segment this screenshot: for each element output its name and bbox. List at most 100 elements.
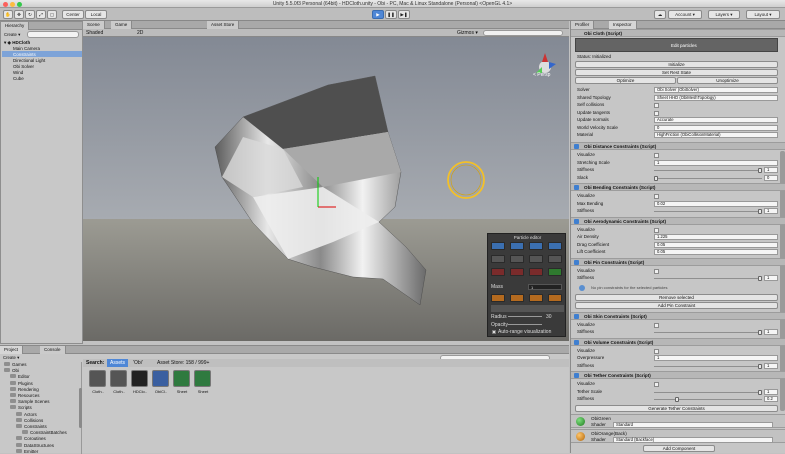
autorange-checkbox[interactable] [492,330,496,334]
folder-tree-scrollbar[interactable] [79,388,82,428]
folder-item[interactable]: Emitter [16,448,38,454]
scene-orientation-gizmo[interactable] [536,53,556,73]
select-fixed-button[interactable] [548,242,562,250]
constraint-value-field[interactable]: 1 [764,388,778,395]
invert-selection-button[interactable] [529,242,543,250]
folder-item[interactable]: Editor [10,374,30,379]
initialize-button[interactable]: Initialize [575,61,778,68]
folder-item[interactable]: Constraints [16,424,47,429]
unoptimize-button[interactable]: Unoptimize [677,77,778,84]
property-field[interactable]: Obi Solver (ObiSolver) [654,87,778,93]
mass-value-field[interactable]: 1 [528,284,562,290]
add-component-button[interactable]: Add Component [643,445,715,452]
constraint-slider-track[interactable] [654,278,762,279]
folder-item[interactable]: Scripts [10,405,32,410]
tab-scene[interactable]: Scene [83,21,105,29]
constraint-slider-handle[interactable] [758,168,762,173]
scale-tool-icon[interactable]: ⤢ [36,10,46,19]
rotate-tool-icon[interactable]: ↻ [25,10,35,19]
move-tool-icon[interactable]: ✥ [14,10,24,19]
brush-smooth-icon[interactable] [548,294,562,302]
tab-game[interactable]: Game [111,21,133,29]
constraint-slider-track[interactable] [654,365,762,367]
project-create-dropdown[interactable]: Create ▾ [3,355,19,361]
remove-particle-icon[interactable] [491,268,505,276]
folder-item[interactable]: Games [4,362,27,367]
asset-item[interactable]: ObiCl.. [151,370,171,400]
constraint-slider-handle[interactable] [758,389,762,395]
hierarchy-search-input[interactable] [27,31,79,38]
visualize-checkbox[interactable] [654,322,659,328]
constraint-section-header[interactable]: Obi Volume Constraints (Script) [571,337,785,346]
constraint-value-field[interactable]: 1 [764,167,778,173]
tab-profiler[interactable]: Profiler [571,21,595,29]
asset-item[interactable]: Sheet [172,370,192,400]
shader-dropdown-orange[interactable]: Standard (Backface) [613,437,773,443]
folder-item[interactable]: Resources [10,393,40,398]
visualize-checkbox[interactable] [654,227,659,233]
scene-view[interactable]: Scene Game Asset Store Shaded 2D Gizmos … [83,21,569,341]
constraint-slider-track[interactable] [654,332,762,333]
constraint-slider-track[interactable] [654,177,762,179]
constraint-slider-track[interactable] [654,211,762,212]
generate-tether-button[interactable]: Generate Tether Constraints [575,404,778,412]
visualize-checkbox[interactable] [654,382,659,387]
constraint-slider-track[interactable] [654,391,762,393]
material-obigreen[interactable]: ObiGreen Shader Standard [571,414,785,428]
asset-item[interactable]: Cloth.. [109,370,129,400]
constraint-slider-handle[interactable] [654,175,658,181]
mass-property-dropdown[interactable]: Mass [491,284,503,290]
radius-value[interactable]: 30 [546,314,552,320]
optimize-button[interactable]: Optimize [575,77,676,84]
constraint-slider-handle[interactable] [758,276,762,281]
property-field[interactable]: Accurate [654,117,778,123]
select-all-button[interactable] [491,242,505,250]
constraint-section-header[interactable]: Obi Bending Constraints (Script) [571,183,785,191]
obi-cloth-header[interactable]: Obi Cloth (Script) [571,29,785,37]
constraint-section-header[interactable]: Obi Tether Constraints (Script) [571,371,785,379]
hierarchy-item-directional-light[interactable]: Directional Light [13,58,45,63]
step-button[interactable]: ▶❚ [398,10,410,19]
hierarchy-create-dropdown[interactable]: Create ▾ [4,32,20,38]
asset-item[interactable]: Cloth.. [88,370,108,400]
constraint-slider-handle[interactable] [758,363,762,369]
folder-item[interactable]: ConstraintBatches [22,430,67,435]
constraint-section-header[interactable]: Obi Aerodynamic Constraints (Script) [571,216,785,225]
remove-particle-icon-3[interactable] [529,268,543,276]
folder-item[interactable]: Rendering [10,386,39,392]
visualize-checkbox[interactable] [654,153,659,158]
remove-particle-icon-2[interactable] [510,268,524,276]
property-checkbox[interactable] [654,103,659,108]
add-particle-icon[interactable] [548,268,562,276]
folder-item[interactable]: Obi [4,368,19,373]
tab-asset-store[interactable]: Asset Store [207,21,240,29]
property-field[interactable]: 0 [654,124,778,131]
constraint-value-field[interactable]: 1.225 [654,234,778,240]
hierarchy-item-cube[interactable]: Cube [13,76,24,81]
constraint-value-field[interactable]: 1 [764,329,778,335]
constraint-value-field[interactable]: 0.02 [654,200,778,207]
play-button[interactable]: ▶ [372,10,384,19]
pivot-local-toggle[interactable]: Local [85,10,107,19]
constraint-slider-handle[interactable] [758,209,762,214]
pen-tool-icon[interactable] [548,255,562,263]
tab-hierarchy[interactable]: Hierarchy [1,22,30,30]
constraint-value-field[interactable]: 0 [764,174,778,181]
paint-brush-icon[interactable] [491,255,505,263]
constraint-value-field[interactable]: 0.2 [764,396,778,402]
folder-item[interactable]: Plugins [10,380,33,386]
folder-item[interactable]: Coroutines [16,436,46,441]
constraint-slider-track[interactable] [654,399,762,400]
constraint-section-header[interactable]: Obi Skin Constraints (Script) [571,311,785,320]
constraint-value-field[interactable]: 0.05 [654,241,778,248]
constraint-value-field[interactable]: 1 [764,208,778,214]
tab-console[interactable]: Console [40,346,66,354]
shader-dropdown-green[interactable]: Standard [613,422,773,428]
remove-selected-button[interactable]: Remove selected [575,293,778,301]
hierarchy-item-obi-solver[interactable]: Obi Solver [13,64,34,69]
folder-item[interactable]: Actors [16,411,37,417]
constraint-value-field[interactable]: 1 [764,275,778,281]
constraint-value-field[interactable]: 1 [764,362,778,369]
visualize-checkbox[interactable] [654,194,659,199]
brush-multiply-icon[interactable] [529,294,543,302]
